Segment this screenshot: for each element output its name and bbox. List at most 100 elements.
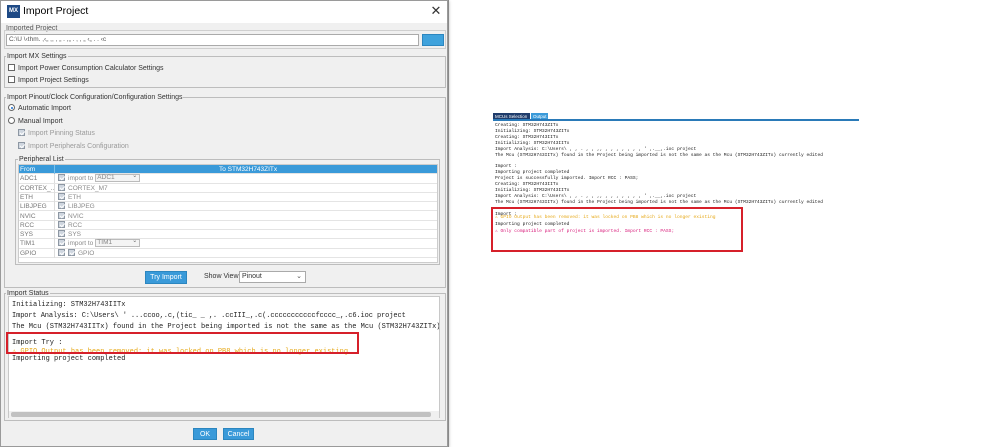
table-header: From STM... To STM32H743ZITx <box>19 165 437 175</box>
mx-settings-label: Import MX Settings <box>6 53 68 60</box>
output-line: Creating: STM32H743ZITx <box>495 123 559 128</box>
checkbox-checked-icon[interactable] <box>58 183 65 191</box>
checkbox-checked-icon[interactable] <box>58 211 65 219</box>
table-row[interactable]: GPIO GPIO <box>19 248 437 258</box>
highlight-box <box>6 332 359 354</box>
checkbox-checked-icon[interactable] <box>18 142 25 149</box>
status-line: The Mcu (STM32H743IITx) found in the Pro… <box>12 323 440 331</box>
show-view-select[interactable]: Pinout ⌄ <box>239 271 306 283</box>
manual-import-label: Manual Import <box>18 118 63 125</box>
cancel-button[interactable]: Cancel <box>223 428 254 440</box>
table-row[interactable]: CORTEX_... CORTEX_M7 <box>19 183 437 193</box>
pinning-status-checkbox[interactable]: Import Pinning Status <box>18 129 95 137</box>
checkbox-icon[interactable] <box>8 76 15 83</box>
mx-logo-icon: MX <box>7 5 20 18</box>
output-line: Initializing: STM32H743IITx <box>495 140 570 146</box>
peripheral-target-cell: RCC <box>58 220 83 230</box>
table-row[interactable]: RCC RCC <box>19 220 437 231</box>
peripheral-target-cell: NVIC <box>58 211 84 221</box>
peripheral-source: LIBJPEG <box>20 202 55 212</box>
peripheral-target-cell: import to TIM1 <box>58 238 141 248</box>
status-line: Import Analysis: C:\Users\ ' ...ccoo,.c,… <box>12 312 406 320</box>
peripheral-target-cell: SYS <box>58 230 81 239</box>
close-icon[interactable]: ✕ <box>429 4 443 18</box>
checkbox-checked-icon[interactable] <box>58 248 65 256</box>
manual-import-radio[interactable]: Manual Import <box>8 117 63 125</box>
output-line: Import Analysis: C:\Users\ , , . , , ,, … <box>495 193 697 199</box>
highlight-box <box>491 207 743 252</box>
peripheral-target: ETH <box>68 193 81 201</box>
output-line: Creating: STM32H743IITx <box>495 134 559 140</box>
peripheral-source: TIM1 <box>20 239 55 249</box>
scrollbar-thumb[interactable] <box>11 412 431 417</box>
import-project-dialog: MX Import Project ✕ Imported Project C:\… <box>0 0 448 447</box>
status-completed-line: Importing project completed <box>12 355 126 363</box>
checkbox-checked-icon[interactable] <box>58 174 65 182</box>
checkbox-checked-icon[interactable] <box>58 239 65 247</box>
output-line: Initializing: STM32H743IITx <box>495 187 570 193</box>
peripherals-config-label: Import Peripherals Configuration <box>28 143 129 150</box>
peripheral-source: NVIC <box>20 211 55 221</box>
output-line: The Mcu (STM32H743IITx) found in the Pro… <box>495 199 824 205</box>
table-row[interactable]: LIBJPEG LIBJPEG <box>19 202 437 212</box>
show-view-label: Show View <box>204 273 239 280</box>
table-row[interactable]: ADC1 import to ADC1 <box>19 173 437 184</box>
peripheral-table: From STM... To STM32H743ZITx ADC1import … <box>18 164 438 263</box>
peripheral-target-select[interactable]: TIM1 <box>95 238 141 248</box>
horizontal-scrollbar[interactable] <box>9 411 439 418</box>
checkbox-icon[interactable] <box>8 64 15 71</box>
peripheral-target: CORTEX_M7 <box>68 184 108 192</box>
import-status-log: Initializing: STM32H743IITx Import Analy… <box>8 296 440 418</box>
output-line: Initializing: STM32H743ZITx <box>495 128 570 134</box>
title-bar: MX Import Project ✕ <box>1 1 447 23</box>
checkbox-checked-icon[interactable] <box>58 230 65 238</box>
output-line: Project is successfully imported. Import… <box>495 176 639 182</box>
try-import-button[interactable]: Try Import <box>145 271 187 284</box>
peripherals-config-checkbox[interactable]: Import Peripherals Configuration <box>18 142 129 150</box>
pinout-settings-label: Import Pinout/Clock Configuration/Config… <box>6 94 184 101</box>
power-calc-label: Import Power Consumption Calculator Sett… <box>18 65 164 72</box>
radio-selected-icon[interactable] <box>8 104 15 111</box>
import-to-label: import to <box>68 240 94 248</box>
header-from: From STM... <box>20 165 55 174</box>
peripheral-target: GPIO <box>78 249 95 257</box>
checkbox-checked-icon[interactable] <box>18 129 25 136</box>
peripheral-target-cell: CORTEX_M7 <box>58 183 108 193</box>
peripheral-target: RCC <box>68 221 83 229</box>
peripheral-target-select[interactable]: ADC1 <box>95 173 141 183</box>
window-edge-divider <box>448 0 449 447</box>
peripheral-target: LIBJPEG <box>68 203 95 211</box>
table-row[interactable]: SYS SYS <box>19 230 437 240</box>
project-path-field[interactable]: C:\U \‹thm. ,‹„ ,, , „ . ,„ . , , „ ‹„ .… <box>6 34 419 46</box>
output-line: Import Analysis: C:\Users\ , , . , , ,, … <box>495 146 697 152</box>
output-line: The Mcu (STM32H743IITx) found in the Pro… <box>495 152 824 158</box>
browse-button[interactable] <box>422 34 444 46</box>
peripheral-source: SYS <box>20 230 55 240</box>
dialog-title: Import Project <box>23 5 89 17</box>
peripheral-target-cell: GPIO <box>58 248 95 258</box>
checkbox-checked-icon[interactable] <box>58 202 65 210</box>
output-line: Import : <box>495 164 518 170</box>
checkbox-checked-icon[interactable] <box>58 192 65 200</box>
output-line: Creating: STM32H743IITx <box>495 182 559 187</box>
project-settings-label: Import Project Settings <box>18 77 89 84</box>
automatic-import-radio[interactable]: Automatic Import <box>8 104 71 112</box>
power-calc-checkbox[interactable]: Import Power Consumption Calculator Sett… <box>8 64 164 72</box>
show-view-value: Pinout <box>242 273 262 280</box>
checkbox-checked-icon[interactable] <box>58 220 65 228</box>
table-row[interactable]: ETH ETH <box>19 192 437 203</box>
automatic-import-label: Automatic Import <box>18 105 71 112</box>
pinning-status-label: Import Pinning Status <box>28 130 95 137</box>
peripheral-target-cell: ETH <box>58 192 81 202</box>
import-to-label: import to <box>68 175 94 183</box>
checkbox-checked-icon[interactable] <box>68 248 75 256</box>
table-row[interactable]: NVIC NVIC <box>19 211 437 221</box>
table-row[interactable]: TIM1 import to TIM1 <box>19 238 437 249</box>
ok-button[interactable]: OK <box>193 428 217 440</box>
header-to: To STM32H743ZITx <box>219 166 278 173</box>
peripheral-target: NVIC <box>68 212 84 220</box>
project-settings-checkbox[interactable]: Import Project Settings <box>8 76 89 84</box>
peripheral-target: SYS <box>68 231 82 239</box>
radio-icon[interactable] <box>8 117 15 124</box>
status-line: Initializing: STM32H743IITx <box>12 301 126 309</box>
